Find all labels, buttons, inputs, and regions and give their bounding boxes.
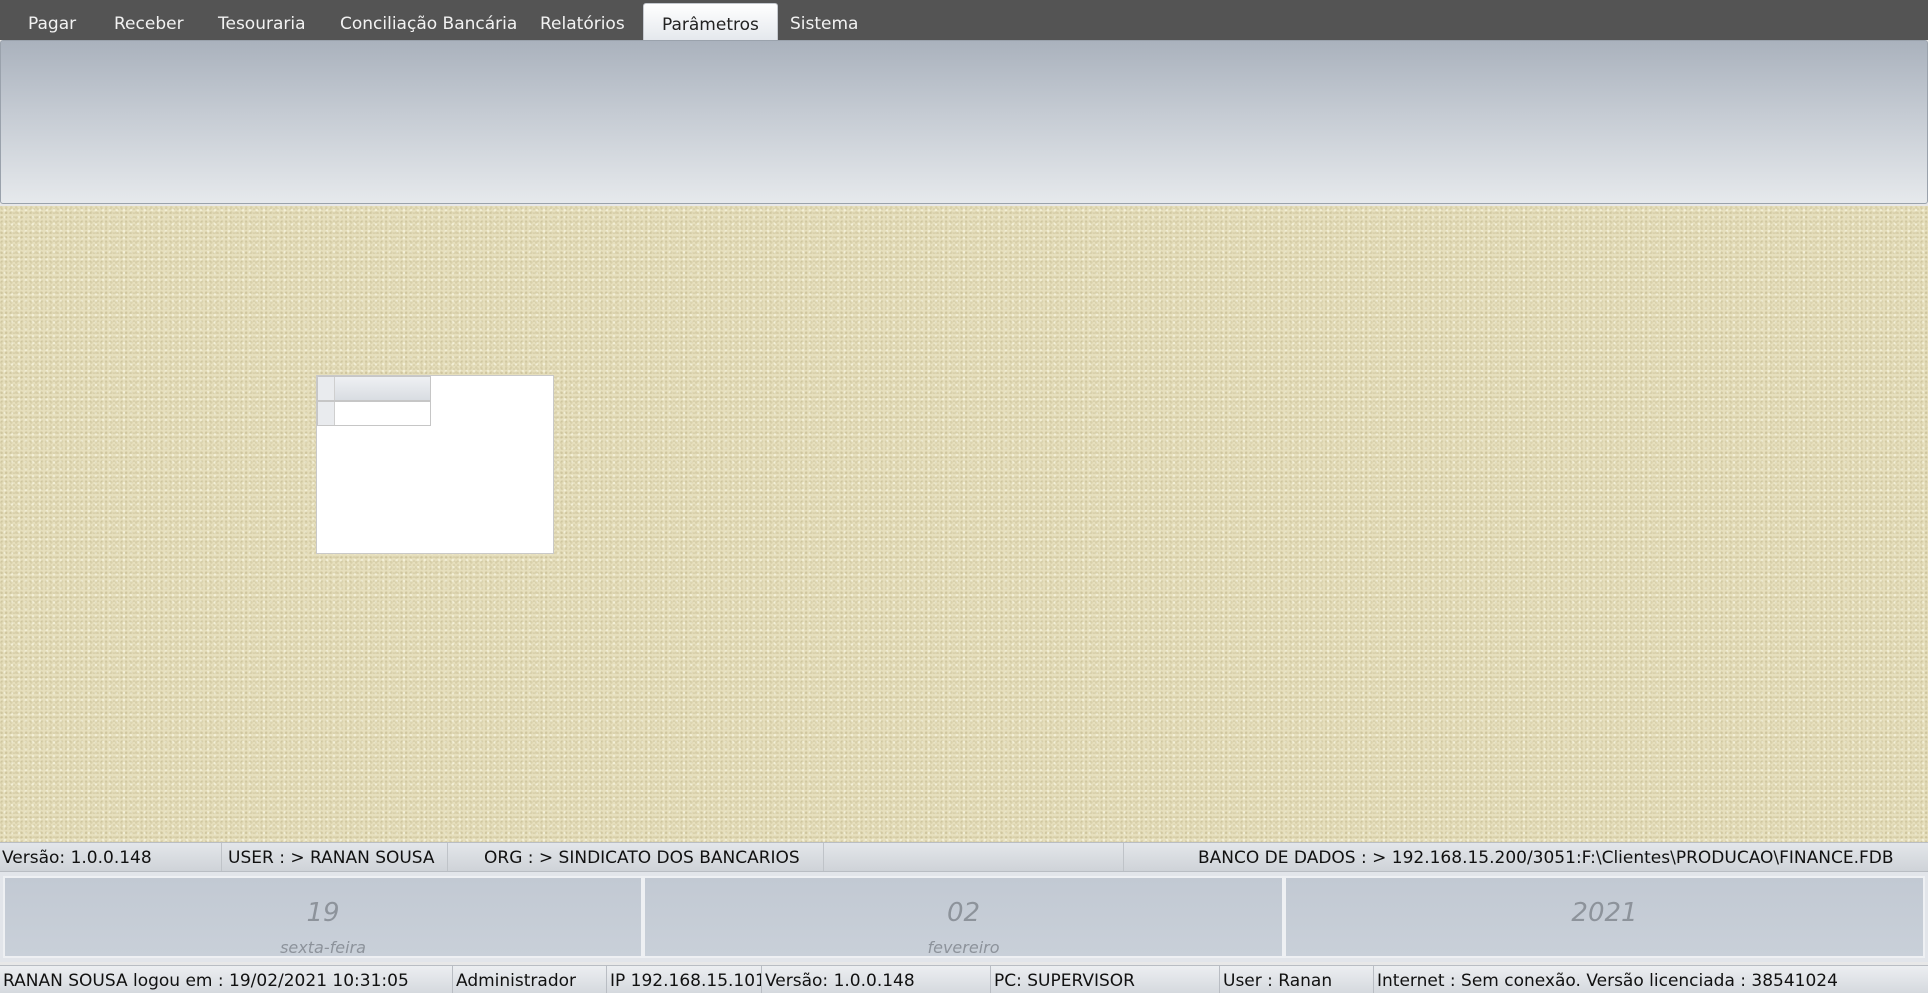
date-day-panel: 19 sexta-feira [3, 876, 643, 958]
floating-grid-window[interactable] [316, 375, 554, 554]
status-role: Administrador [453, 966, 607, 993]
status-internet-license: Internet : Sem conexão. Versão licenciad… [1377, 971, 1838, 991]
date-year-panel: 2021 [1284, 876, 1925, 958]
date-display-bar: 19 sexta-feira 02 fevereiro 2021 [0, 872, 1928, 962]
date-day: 19 [306, 898, 340, 928]
status-database: BANCO DE DADOS : > 192.168.15.200/3051:F… [1198, 848, 1894, 868]
tab-tesouraria[interactable]: Tesouraria [200, 0, 324, 40]
date-month-name: fevereiro [927, 938, 1000, 957]
row-indicator [318, 402, 335, 425]
workspace-background [0, 206, 1928, 842]
row-indicator [318, 377, 335, 400]
tab-conciliacao-bancaria[interactable]: Conciliação Bancária [322, 0, 535, 40]
status-bar-bottom: RANAN SOUSA logou em : 19/02/2021 10:31:… [0, 965, 1928, 993]
tab-parametros[interactable]: Parâmetros [643, 3, 778, 42]
status-user: USER : > RANAN SOUSA [222, 843, 448, 871]
status-pc: PC: SUPERVISOR [991, 966, 1220, 993]
main-tab-bar: Pagar Receber Tesouraria Conciliação Ban… [0, 0, 1928, 42]
status-version: Versão: 1.0.0.148 [0, 843, 222, 871]
tab-pagar[interactable]: Pagar [10, 0, 94, 40]
date-weekday: sexta-feira [280, 938, 366, 957]
date-year: 2021 [1571, 898, 1638, 928]
date-month: 02 [946, 898, 981, 928]
date-month-panel: 02 fevereiro [643, 876, 1284, 958]
tab-receber[interactable]: Receber [96, 0, 202, 40]
status-ip: IP 192.168.15.101 [607, 966, 762, 993]
status-login-info: RANAN SOUSA logou em : 19/02/2021 10:31:… [0, 966, 453, 993]
grid-data-row[interactable] [317, 401, 431, 426]
status-bar-top: Versão: 1.0.0.148 USER : > RANAN SOUSA O… [0, 842, 1928, 872]
status-org: ORG : > SINDICATO DOS BANCARIOS [448, 843, 824, 871]
ribbon-panel [0, 40, 1928, 204]
status-app-version: Versão: 1.0.0.148 [762, 966, 991, 993]
tab-relatorios[interactable]: Relatórios [522, 0, 643, 40]
status-empty-panel [824, 843, 1124, 871]
tab-sistema[interactable]: Sistema [772, 0, 876, 40]
grid-header-row [317, 376, 431, 401]
status-user-name: User : Ranan [1220, 966, 1374, 993]
